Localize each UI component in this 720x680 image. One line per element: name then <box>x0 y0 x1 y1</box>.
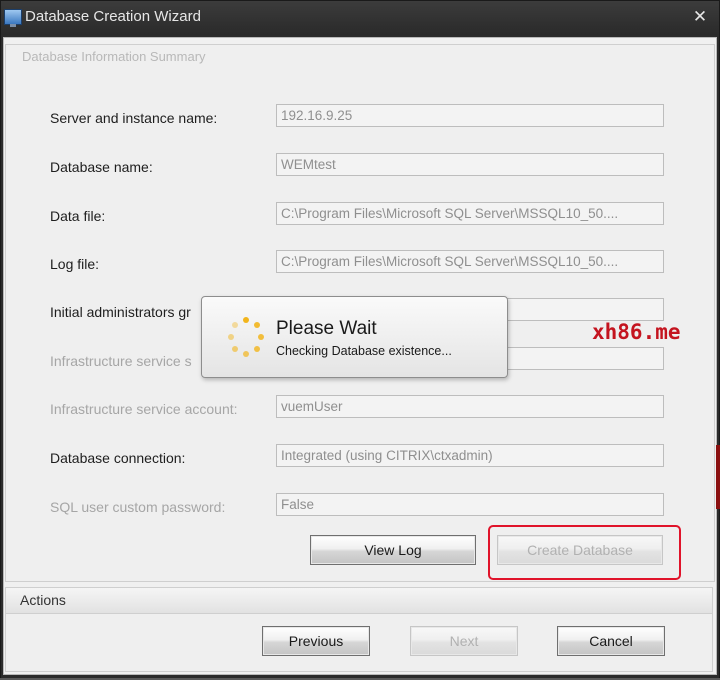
loading-spinner-icon <box>228 317 264 357</box>
actions-label: Actions <box>20 592 66 608</box>
summary-legend: Database Information Summary <box>20 49 208 64</box>
data-file-label: Data file: <box>50 208 106 224</box>
title-bar[interactable]: Database Creation Wizard ✕ <box>1 1 719 35</box>
database-connection-label: Database connection: <box>50 450 186 466</box>
sql-password-label: SQL user custom password: <box>50 499 226 515</box>
actions-header: Actions <box>5 587 713 613</box>
cancel-button[interactable]: Cancel <box>557 626 665 656</box>
server-instance-label: Server and instance name: <box>50 110 218 126</box>
data-file-field[interactable]: C:\Program Files\Microsoft SQL Server\MS… <box>276 202 664 225</box>
watermark-text: xh86.me <box>592 320 681 344</box>
server-instance-field[interactable]: 192.16.9.25 <box>276 104 664 127</box>
database-name-label: Database name: <box>50 159 153 175</box>
window-title: Database Creation Wizard <box>25 8 201 25</box>
initial-admins-label: Initial administrators gr <box>50 304 191 320</box>
please-wait-dialog: Please Wait Checking Database existence.… <box>201 296 508 378</box>
actions-group: Previous Next Cancel <box>5 613 713 672</box>
infra-service-label: Infrastructure service s <box>50 353 192 369</box>
next-button[interactable]: Next <box>410 626 518 656</box>
previous-button[interactable]: Previous <box>262 626 370 656</box>
infra-service-account-label: Infrastructure service account: <box>50 401 238 417</box>
log-file-field[interactable]: C:\Program Files\Microsoft SQL Server\MS… <box>276 250 664 273</box>
view-log-button[interactable]: View Log <box>310 535 476 565</box>
database-name-field[interactable]: WEMtest <box>276 153 664 176</box>
sql-password-field[interactable]: False <box>276 493 664 516</box>
create-database-highlight <box>488 525 681 580</box>
monitor-icon <box>4 9 22 27</box>
wait-title: Please Wait <box>276 318 377 339</box>
wait-message: Checking Database existence... <box>276 344 452 358</box>
database-connection-field[interactable]: Integrated (using CITRIX\ctxadmin) <box>276 444 664 467</box>
log-file-label: Log file: <box>50 256 100 272</box>
close-button[interactable]: ✕ <box>689 7 711 27</box>
infra-service-account-field[interactable]: vuemUser <box>276 395 664 418</box>
background-window-edge <box>716 445 720 509</box>
